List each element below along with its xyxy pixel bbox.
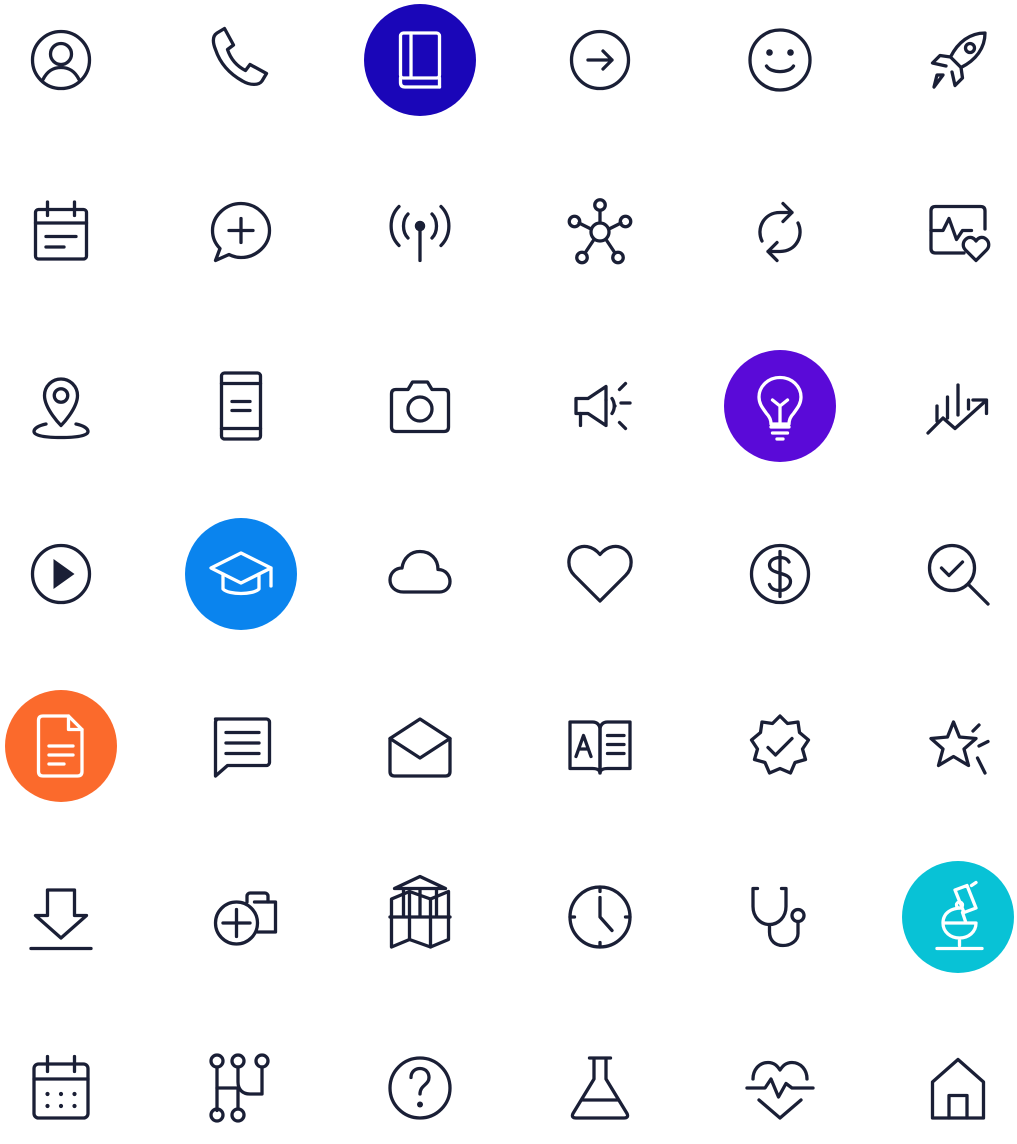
workflow-nodes-icon xyxy=(209,1053,270,1123)
mobile-phone-icon xyxy=(219,371,263,441)
icon-cell xyxy=(544,861,656,973)
graduation-cap-icon xyxy=(209,551,273,596)
microscope-icon xyxy=(935,880,984,951)
icon-cell xyxy=(902,690,1014,802)
calendar-notes-icon xyxy=(33,200,89,261)
icon-cell xyxy=(364,518,476,630)
cloud-icon xyxy=(388,549,452,594)
icon-cell xyxy=(5,4,117,116)
icon-cell xyxy=(724,1032,836,1144)
icon-cell xyxy=(5,690,117,802)
add-briefcase-icon xyxy=(213,891,278,946)
home-icon xyxy=(930,1057,986,1120)
icon-cell xyxy=(724,4,836,116)
lab-flask-icon xyxy=(570,1056,630,1120)
icon-cell xyxy=(902,350,1014,462)
icon-cell xyxy=(185,861,297,973)
icon-cell xyxy=(544,518,656,630)
message-text-icon xyxy=(213,717,272,778)
icon-cell xyxy=(902,1032,1014,1144)
mail-open-icon xyxy=(388,717,452,778)
broadcast-antenna-icon xyxy=(389,204,451,263)
icon-cell xyxy=(544,690,656,802)
icon-cell xyxy=(185,1032,297,1144)
icon-cell xyxy=(724,861,836,973)
icon-cell xyxy=(902,861,1014,973)
icon-cell xyxy=(5,1032,117,1144)
icon-cell xyxy=(544,4,656,116)
icon-cell xyxy=(544,1032,656,1144)
heartbeat-icon xyxy=(745,1060,815,1120)
icon-cell xyxy=(902,518,1014,630)
arrow-right-circle-icon xyxy=(569,29,631,91)
icon-cell xyxy=(364,350,476,462)
map-institution-icon xyxy=(388,874,452,949)
icon-cell xyxy=(364,690,476,802)
icon-cell xyxy=(544,350,656,462)
lightbulb-icon xyxy=(757,375,803,441)
icon-cell xyxy=(724,350,836,462)
icon-cell xyxy=(185,350,297,462)
star-sparkle-icon xyxy=(929,720,990,775)
icon-grid xyxy=(0,0,1017,1123)
search-check-icon xyxy=(927,543,990,606)
language-book-icon xyxy=(568,720,632,775)
icon-cell xyxy=(364,4,476,116)
icon-cell xyxy=(724,518,836,630)
icon-cell xyxy=(364,176,476,288)
megaphone-icon xyxy=(574,381,632,431)
icon-cell xyxy=(902,176,1014,288)
download-icon xyxy=(29,888,93,951)
smiley-icon xyxy=(748,28,812,92)
icon-cell xyxy=(185,518,297,630)
icon-cell xyxy=(544,176,656,288)
question-circle-icon xyxy=(388,1056,452,1120)
clock-icon xyxy=(568,885,632,949)
icon-cell xyxy=(902,4,1014,116)
icon-cell xyxy=(5,350,117,462)
icon-cell xyxy=(185,4,297,116)
camera-icon xyxy=(389,380,451,434)
stethoscope-icon xyxy=(751,886,806,948)
growth-chart-icon xyxy=(926,383,989,435)
network-hub-icon xyxy=(567,198,633,265)
calendar-grid-icon xyxy=(32,1054,90,1120)
refresh-arrows-icon xyxy=(758,201,802,263)
rocket-icon xyxy=(930,31,987,89)
heart-icon xyxy=(567,544,633,603)
verified-badge-icon xyxy=(749,714,811,775)
icon-cell xyxy=(5,518,117,630)
user-circle-icon xyxy=(30,29,92,91)
chat-add-icon xyxy=(210,201,272,263)
play-circle-icon xyxy=(30,543,92,605)
icon-cell xyxy=(185,176,297,288)
book-icon xyxy=(398,31,442,89)
phone-icon xyxy=(211,26,269,87)
icon-cell xyxy=(724,690,836,802)
icon-cell xyxy=(364,1032,476,1144)
icon-cell xyxy=(364,861,476,973)
icon-cell xyxy=(5,176,117,288)
icon-cell xyxy=(5,861,117,973)
icon-cell xyxy=(185,690,297,802)
health-monitor-heart-icon xyxy=(929,204,991,263)
dollar-circle-icon xyxy=(749,543,811,605)
icon-cell xyxy=(724,176,836,288)
location-pin-icon xyxy=(32,377,90,440)
document-icon xyxy=(36,714,84,778)
